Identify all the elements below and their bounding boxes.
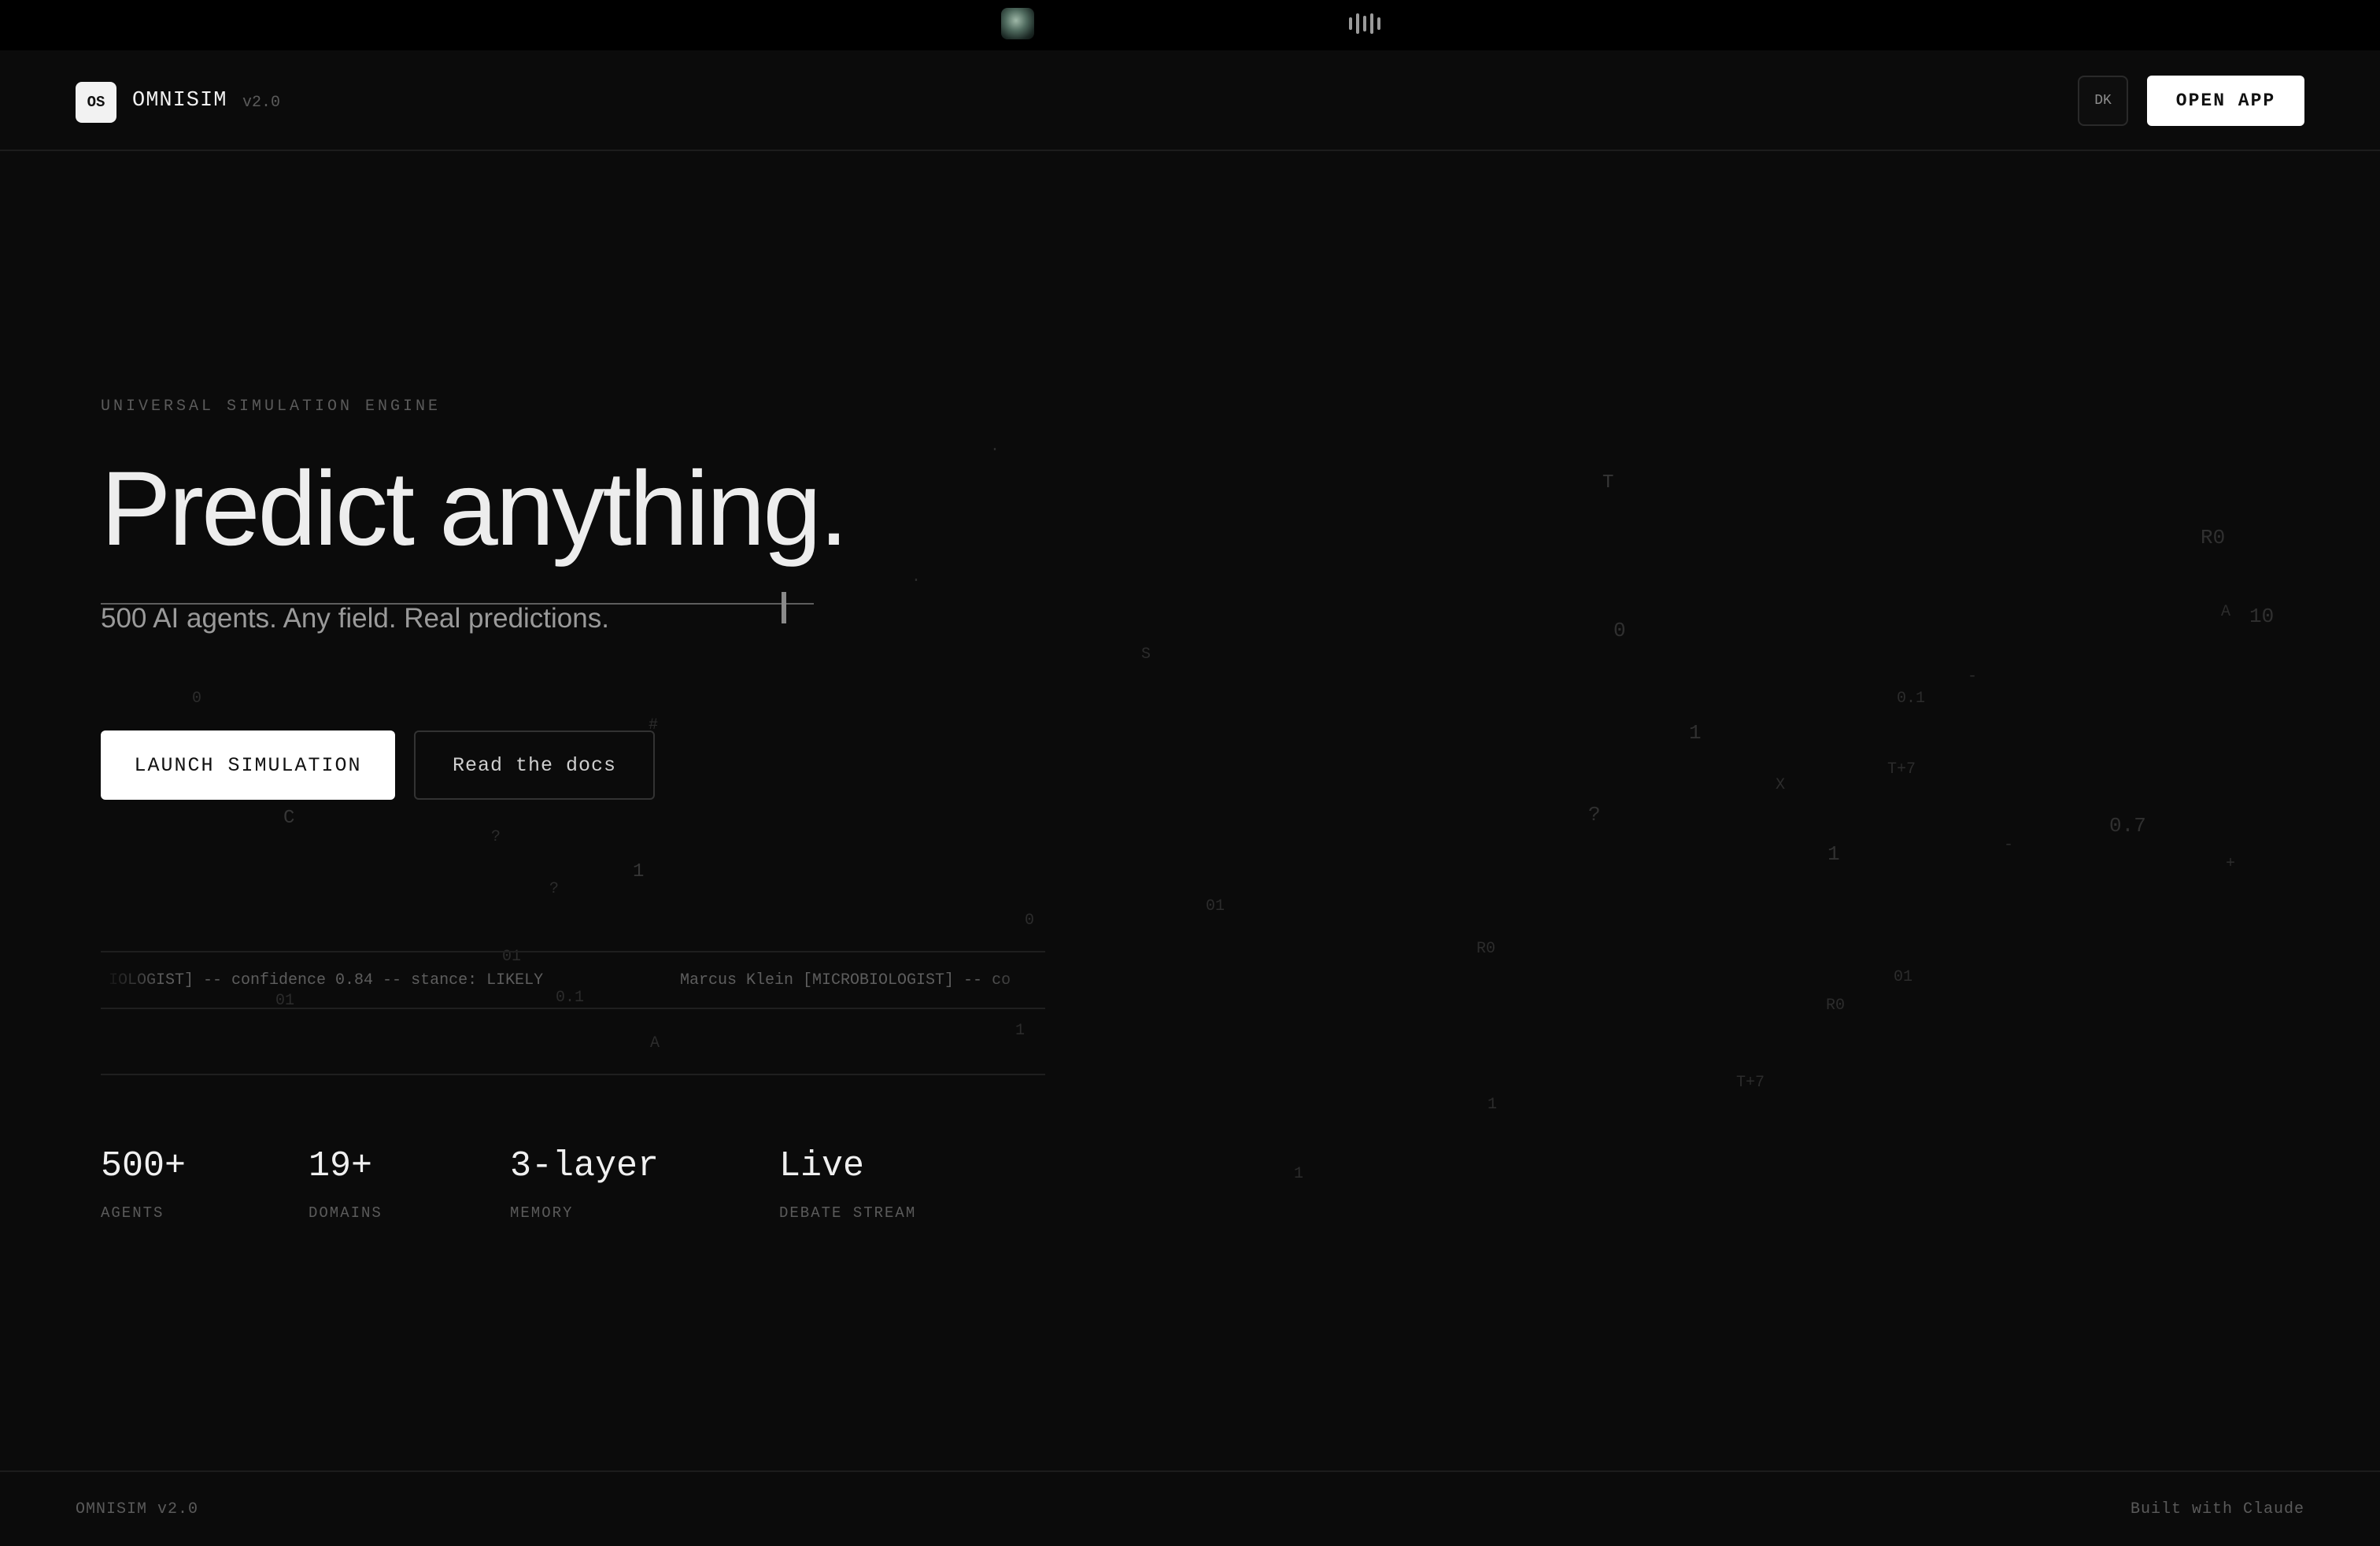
open-app-button[interactable]: OPEN APP (2147, 76, 2304, 126)
bg-glyph: 1 (1015, 1022, 1026, 1040)
bg-glyph: R0 (1826, 997, 1846, 1015)
stat-label: AGENTS (101, 1204, 164, 1222)
bg-glyph: 1 (1294, 1165, 1304, 1183)
stream-item: Marcus Klein [MICROBIOLOGIST] -- co (680, 971, 1011, 989)
bg-glyph: T (1602, 472, 1614, 494)
bg-glyph: 0 (1025, 912, 1035, 930)
bg-glyph: A (2221, 603, 2231, 621)
bg-glyph: ? (1588, 803, 1601, 827)
bg-glyph: S (1141, 645, 1151, 664)
footer-brand: OMNISIM v2.0 (76, 1500, 199, 1518)
bg-glyph: 10 (2249, 605, 2275, 628)
site-header: OS OMNISIM v2.0 DK OPEN APP (0, 50, 2380, 151)
bg-glyph: . (990, 438, 1000, 456)
debate-stream-ticker: IOLOGIST] -- confidence 0.84 -- stance: … (101, 951, 1045, 1009)
hero-eyebrow: UNIVERSAL SIMULATION ENGINE (101, 398, 442, 416)
bg-glyph: 0 (192, 690, 202, 708)
stream-item: IOLOGIST] -- confidence 0.84 -- stance: … (109, 971, 544, 989)
bg-glyph: . (911, 568, 922, 586)
read-docs-button[interactable]: Read the docs (414, 730, 655, 800)
logo-icon[interactable]: OS (76, 82, 116, 123)
bg-glyph: 1 (1828, 842, 1840, 866)
bg-glyph: 01 (1894, 968, 1913, 986)
stat-label: DEBATE STREAM (779, 1204, 917, 1222)
hero-headline: Predict anything. (101, 450, 848, 568)
site-footer: OMNISIM v2.0 Built with Claude (0, 1470, 2380, 1546)
audio-bars-icon[interactable] (1349, 13, 1380, 35)
app-thumbnail-icon[interactable] (1001, 8, 1034, 39)
bg-glyph: C (283, 808, 295, 829)
text-cursor-icon (782, 592, 786, 623)
bg-glyph: - (1968, 668, 1978, 686)
stat-value: 19+ (309, 1146, 373, 1186)
stat-value: 3-layer (510, 1146, 660, 1186)
launch-simulation-button[interactable]: LAUNCH SIMULATION (101, 730, 395, 800)
brand-name[interactable]: OMNISIM (132, 89, 227, 113)
bg-glyph: T+7 (1887, 760, 1916, 779)
bg-glyph: 1 (1689, 721, 1702, 745)
bg-glyph: ? (491, 828, 501, 846)
bg-glyph: 01 (1206, 897, 1225, 915)
hero-subheadline: 500 AI agents. Any field. Real predictio… (101, 603, 609, 634)
bg-glyph: R0 (2201, 526, 2226, 549)
bg-glyph: T+7 (1736, 1074, 1765, 1092)
bg-glyph: + (2226, 855, 2236, 873)
bg-glyph: - (2004, 836, 2014, 854)
stat-value: Live (779, 1146, 865, 1186)
bg-glyph: R0 (1476, 940, 1496, 958)
bg-glyph: 0 (1613, 619, 1626, 642)
bg-glyph: 1 (1488, 1096, 1498, 1114)
stat-label: DOMAINS (309, 1204, 382, 1222)
bg-glyph: 1 (633, 861, 645, 882)
footer-credit[interactable]: Built with Claude (2131, 1500, 2304, 1518)
bg-glyph: X (1776, 776, 1786, 794)
system-bar (0, 0, 2380, 50)
stat-value: 500+ (101, 1146, 187, 1186)
theme-toggle-button[interactable]: DK (2078, 76, 2128, 126)
version-label: v2.0 (242, 94, 281, 112)
stat-label: MEMORY (510, 1204, 574, 1222)
bg-glyph: ? (549, 880, 560, 898)
divider (101, 1074, 1045, 1075)
bg-glyph: A (650, 1034, 660, 1052)
bg-glyph: 0.1 (1897, 690, 1926, 708)
bg-glyph: 0.7 (2109, 814, 2146, 838)
